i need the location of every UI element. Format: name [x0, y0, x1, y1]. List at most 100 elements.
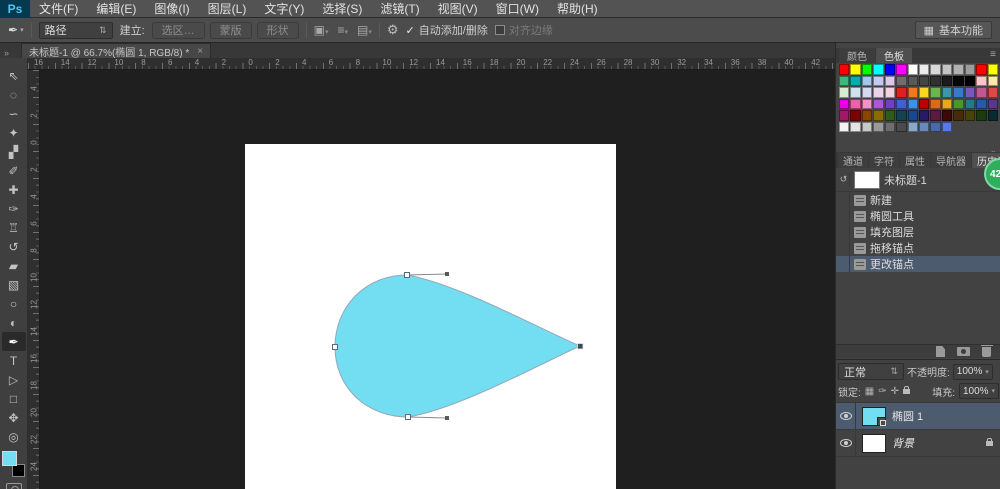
color-swatch[interactable]	[919, 64, 930, 75]
color-swatch[interactable]	[987, 64, 998, 75]
color-swatch[interactable]	[884, 87, 896, 98]
brush-tool[interactable]: ✑	[2, 199, 26, 218]
color-swatch[interactable]	[907, 121, 918, 132]
color-swatch[interactable]	[884, 75, 896, 86]
color-swatch[interactable]	[976, 75, 987, 86]
color-swatch[interactable]	[976, 64, 987, 75]
path-alignment-icon[interactable]: ≡▾	[338, 23, 349, 37]
eraser-tool[interactable]: ▰	[2, 256, 26, 275]
anchor-point[interactable]	[405, 414, 411, 420]
make-button[interactable]: 蒙版	[209, 21, 252, 39]
color-swatch[interactable]	[896, 87, 907, 98]
make-button[interactable]: 选区…	[151, 21, 205, 39]
new-snapshot-icon[interactable]	[957, 347, 970, 356]
color-swatch[interactable]	[919, 98, 930, 109]
color-swatch[interactable]	[896, 64, 907, 75]
menu-item[interactable]: 文件(F)	[30, 0, 87, 18]
handle-endpoint[interactable]	[445, 416, 449, 420]
menu-item[interactable]: 滤镜(T)	[371, 0, 428, 18]
quick-selection-tool[interactable]: ✦	[2, 123, 26, 142]
visibility-cell[interactable]	[836, 429, 856, 457]
lock-position-icon[interactable]: ✛	[891, 386, 899, 397]
menu-item[interactable]: 帮助(H)	[548, 0, 607, 18]
panel-menu-icon[interactable]: ≡	[990, 49, 996, 60]
color-swatch[interactable]	[941, 87, 953, 98]
color-swatch[interactable]	[839, 110, 850, 121]
color-swatch[interactable]	[873, 64, 884, 75]
panel-tab[interactable]: 属性	[900, 153, 930, 168]
tab-swatches[interactable]: 色板	[876, 48, 912, 63]
double-chevron-icon[interactable]: »	[0, 48, 13, 58]
color-swatch[interactable]	[907, 75, 918, 86]
color-swatch[interactable]	[976, 87, 987, 98]
color-swatch[interactable]	[896, 121, 907, 132]
menu-item[interactable]: 选择(S)	[313, 0, 371, 18]
lock-pixels-icon[interactable]: ✑	[878, 386, 886, 397]
color-swatch[interactable]	[884, 110, 896, 121]
auto-add-delete-option[interactable]: ✓ 自动添加/删除	[406, 22, 488, 38]
history-brush-tool[interactable]: ↺	[2, 237, 26, 256]
history-brush-source-cell[interactable]	[838, 208, 850, 224]
foreground-color-swatch[interactable]	[1, 451, 17, 466]
layer-thumbnail[interactable]	[862, 433, 886, 453]
color-swatch[interactable]	[930, 110, 941, 121]
color-swatch[interactable]	[839, 87, 850, 98]
menu-item[interactable]: 编辑(E)	[87, 0, 145, 18]
color-swatch[interactable]	[964, 87, 976, 98]
layer-row-ellipse[interactable]: 椭圆 1	[836, 402, 1000, 430]
move-tool[interactable]: ⇖	[2, 66, 26, 85]
history-brush-source-cell[interactable]	[838, 256, 850, 272]
type-tool[interactable]: T	[2, 351, 26, 370]
color-swatch[interactable]	[919, 75, 930, 86]
healing-brush-tool[interactable]: ✚	[2, 180, 26, 199]
visibility-cell[interactable]	[836, 402, 856, 430]
pen-tool[interactable]: ✒	[1, 332, 26, 351]
color-swatch[interactable]	[930, 98, 941, 109]
history-entry[interactable]: 椭圆工具	[836, 208, 1000, 224]
color-swatch[interactable]	[861, 110, 873, 121]
color-swatch[interactable]	[976, 98, 987, 109]
color-swatch[interactable]	[850, 98, 861, 109]
color-swatch[interactable]	[930, 87, 941, 98]
close-icon[interactable]: ×	[197, 46, 203, 57]
layer-row-background[interactable]: 背景	[836, 429, 1000, 457]
color-swatch[interactable]	[941, 64, 953, 75]
history-brush-source-cell[interactable]	[838, 224, 850, 240]
color-swatch[interactable]	[907, 110, 918, 121]
color-swatch[interactable]	[953, 98, 964, 109]
color-swatch[interactable]	[976, 110, 987, 121]
history-brush-source-cell[interactable]	[838, 192, 850, 208]
color-swatch[interactable]	[861, 98, 873, 109]
color-swatch[interactable]	[884, 98, 896, 109]
color-swatch[interactable]	[850, 64, 861, 75]
color-swatch[interactable]	[873, 110, 884, 121]
anchor-point-selected[interactable]	[577, 343, 584, 350]
color-swatch[interactable]	[873, 75, 884, 86]
color-swatch[interactable]	[919, 121, 930, 132]
dodge-tool[interactable]: ◐	[2, 313, 26, 332]
color-swatch[interactable]	[953, 110, 964, 121]
history-entry[interactable]: 填充图层	[836, 224, 1000, 240]
history-snapshot-row[interactable]: ↺ 未标题-1	[836, 168, 1000, 192]
color-swatch[interactable]	[941, 110, 953, 121]
active-tool-indicator[interactable]: ✒ ▾	[8, 23, 24, 37]
color-swatch[interactable]	[907, 98, 918, 109]
color-swatch[interactable]	[919, 87, 930, 98]
color-swatch[interactable]	[941, 121, 953, 132]
color-swatch[interactable]	[873, 121, 884, 132]
color-swatch[interactable]	[964, 98, 976, 109]
lock-all-icon[interactable]	[903, 385, 911, 394]
eyedropper-tool[interactable]: ✐	[2, 161, 26, 180]
align-edges-option[interactable]: 对齐边缘	[494, 22, 553, 38]
color-swatch[interactable]	[896, 98, 907, 109]
color-swatch[interactable]	[953, 64, 964, 75]
lasso-tool[interactable]: ∽	[2, 104, 26, 123]
layer-name[interactable]: 背景	[892, 435, 986, 451]
menu-item[interactable]: 窗口(W)	[487, 0, 548, 18]
bezier-handle[interactable]	[407, 416, 448, 419]
color-swatch[interactable]	[964, 64, 976, 75]
color-swatch[interactable]	[861, 75, 873, 86]
handle-endpoint[interactable]	[445, 272, 449, 276]
anchor-point[interactable]	[404, 272, 410, 278]
color-swatch[interactable]	[964, 110, 976, 121]
